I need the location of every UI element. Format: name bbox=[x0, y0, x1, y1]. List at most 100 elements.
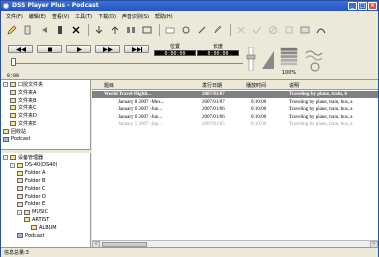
node-label: DS-40(DS40) bbox=[25, 162, 58, 169]
device-tree: - 设备管理器 - DS-40(DS40) Folder A Folder B Folder… bbox=[1, 153, 91, 248]
folder-icon[interactable] bbox=[163, 24, 177, 36]
position-slider[interactable] bbox=[11, 58, 243, 64]
cancel-icon[interactable] bbox=[266, 24, 280, 36]
device-tree-node[interactable]: Folder E bbox=[17, 201, 45, 208]
device-tree-node[interactable]: - 设备管理器 bbox=[3, 154, 43, 161]
table-row[interactable]: January 6 2007 -Jun... 2007/01/06 0:10:00 T… bbox=[92, 106, 378, 113]
device-tree-node[interactable]: ALBUM bbox=[31, 224, 57, 231]
menu-view[interactable]: 查看(V) bbox=[49, 13, 72, 20]
cell-duration: 0:10:00 bbox=[251, 114, 267, 120]
folder-icon bbox=[10, 89, 16, 95]
edit-icon[interactable] bbox=[5, 24, 19, 36]
settings-icon[interactable] bbox=[195, 24, 209, 36]
folder-tree-node[interactable]: 文件夹B bbox=[10, 97, 36, 104]
device-tree-node[interactable]: Folder C bbox=[17, 185, 46, 192]
cell-title: January 6 2007 -Jun... bbox=[118, 114, 163, 120]
device-tree-node[interactable]: Folder B bbox=[17, 177, 45, 184]
split-icon[interactable] bbox=[124, 24, 138, 36]
device-tree-node[interactable]: Folder D bbox=[17, 193, 46, 200]
folder-icon bbox=[24, 217, 30, 223]
cut-icon[interactable] bbox=[234, 24, 248, 36]
cell-date: 2007/01/07 bbox=[202, 99, 225, 105]
column-release-date[interactable]: 发行日期 bbox=[202, 82, 222, 89]
table-row[interactable]: World Travel Highli... 2007/01/07 Travelin… bbox=[92, 91, 378, 98]
folder-tree-node[interactable]: 回收站 bbox=[3, 128, 26, 135]
position-value: 0:00:00 bbox=[154, 50, 196, 57]
back-icon[interactable] bbox=[37, 24, 51, 36]
download-icon[interactable] bbox=[92, 24, 106, 36]
window-title: DSS Player Plus - Podcast bbox=[12, 2, 99, 9]
expand-toggle[interactable]: - bbox=[3, 82, 8, 87]
device-tree-node[interactable]: ARTIST bbox=[24, 216, 49, 223]
folder-icon bbox=[17, 233, 23, 238]
menu-file[interactable]: 文件(F) bbox=[3, 13, 26, 20]
fast-forward-button[interactable] bbox=[95, 45, 120, 53]
properties-icon[interactable] bbox=[179, 24, 193, 36]
upload-icon[interactable] bbox=[108, 24, 122, 36]
table-row[interactable]: January 5 2007 -Jap... 2007/01/05 0:10:00 T… bbox=[92, 121, 378, 128]
check-icon[interactable] bbox=[250, 24, 264, 36]
node-label: 文件夹B bbox=[18, 97, 37, 104]
expand-toggle[interactable]: - bbox=[3, 155, 8, 160]
noise-cancel-icon[interactable] bbox=[304, 47, 326, 73]
folder-tree-node[interactable]: 文件夹E bbox=[10, 120, 36, 127]
cell-duration: 0:10:00 bbox=[251, 122, 267, 128]
device-tree-node[interactable]: - MUSIC bbox=[17, 209, 48, 216]
device-tree-node[interactable]: Folder A bbox=[17, 170, 45, 177]
column-play-time[interactable]: 播放时间 bbox=[246, 82, 266, 89]
menu-download[interactable]: 下载(D) bbox=[95, 13, 119, 20]
menu-voice-recognition[interactable]: 声音识别(S) bbox=[119, 13, 152, 20]
folder-icon bbox=[10, 97, 16, 103]
column-description[interactable]: 说明 bbox=[289, 82, 299, 89]
table-row[interactable]: January 6 2007 -Jun... 2007/01/06 0:10:00 T… bbox=[92, 114, 378, 121]
record-icon[interactable] bbox=[21, 24, 35, 36]
list-header: 题目 发行日期 播放时间 说明 bbox=[92, 80, 378, 90]
node-label: Podcast bbox=[25, 232, 45, 239]
pen-icon[interactable] bbox=[211, 24, 225, 36]
mail-icon[interactable] bbox=[298, 24, 312, 36]
stop-button[interactable] bbox=[37, 45, 62, 53]
device-tree-node[interactable]: - DS-40(DS40) bbox=[10, 162, 57, 169]
node-label: Folder B bbox=[25, 177, 46, 184]
maximize-button[interactable]: □ bbox=[358, 2, 367, 10]
folder-icon bbox=[17, 201, 23, 207]
cell-duration: 0:10:00 bbox=[251, 107, 267, 113]
cell-date: 2007/01/07 bbox=[202, 92, 225, 97]
file-list: 题目 发行日期 播放时间 说明 World Travel Highli... 20… bbox=[92, 80, 378, 248]
expand-toggle[interactable]: - bbox=[10, 162, 15, 168]
menu-help[interactable]: 帮助(H) bbox=[152, 13, 176, 20]
expand-toggle[interactable]: - bbox=[17, 209, 22, 215]
folder-tree-node[interactable]: Podcast bbox=[3, 136, 30, 143]
delete-icon[interactable] bbox=[69, 24, 83, 36]
minimize-button[interactable]: _ bbox=[348, 2, 357, 10]
rewind-button[interactable] bbox=[8, 45, 33, 53]
folder-icon bbox=[17, 194, 23, 199]
column-title[interactable]: 题目 bbox=[104, 82, 114, 89]
close-button[interactable]: × bbox=[368, 2, 377, 10]
skip-end-button[interactable] bbox=[124, 45, 149, 53]
volume-knob-icon[interactable] bbox=[244, 47, 258, 71]
position-display: 位置 0:00:00 bbox=[154, 45, 196, 57]
folder-tree-node[interactable]: 文件夹A bbox=[10, 89, 36, 96]
dictation-icon[interactable] bbox=[53, 24, 67, 36]
title-bar: DSS Player Plus - Podcast _ □ × bbox=[1, 1, 378, 11]
cell-title: January 6 2007 -Jun... bbox=[118, 107, 163, 113]
block-icon[interactable] bbox=[282, 24, 296, 36]
folder-icon bbox=[3, 128, 9, 134]
device-tree-node[interactable]: Podcast bbox=[17, 232, 44, 239]
menu-tools[interactable]: 工具(T) bbox=[72, 13, 95, 20]
voice-recognition-icon[interactable] bbox=[314, 24, 328, 36]
menu-edit[interactable]: 编辑(E) bbox=[26, 13, 49, 20]
folder-icon bbox=[10, 155, 16, 160]
table-row[interactable]: January 8 2007 -Mex... 2007/01/07 0:10:00 T… bbox=[92, 99, 378, 106]
join-icon[interactable] bbox=[140, 24, 154, 36]
play-button[interactable] bbox=[66, 45, 91, 53]
cell-desc: Traveling by plane, train, b bbox=[289, 92, 348, 97]
app-window: DSS Player Plus - Podcast _ □ × 文件(F) 编辑… bbox=[0, 0, 379, 257]
speed-control[interactable]: 100% bbox=[277, 46, 301, 76]
toolbar bbox=[1, 22, 378, 38]
folder-tree-node[interactable]: - 口授文件夹 bbox=[3, 81, 43, 88]
folder-tree-node[interactable]: 文件夹C bbox=[10, 104, 37, 111]
folder-tree-node[interactable]: 文件夹D bbox=[10, 112, 37, 119]
slider-thumb[interactable] bbox=[11, 58, 16, 66]
